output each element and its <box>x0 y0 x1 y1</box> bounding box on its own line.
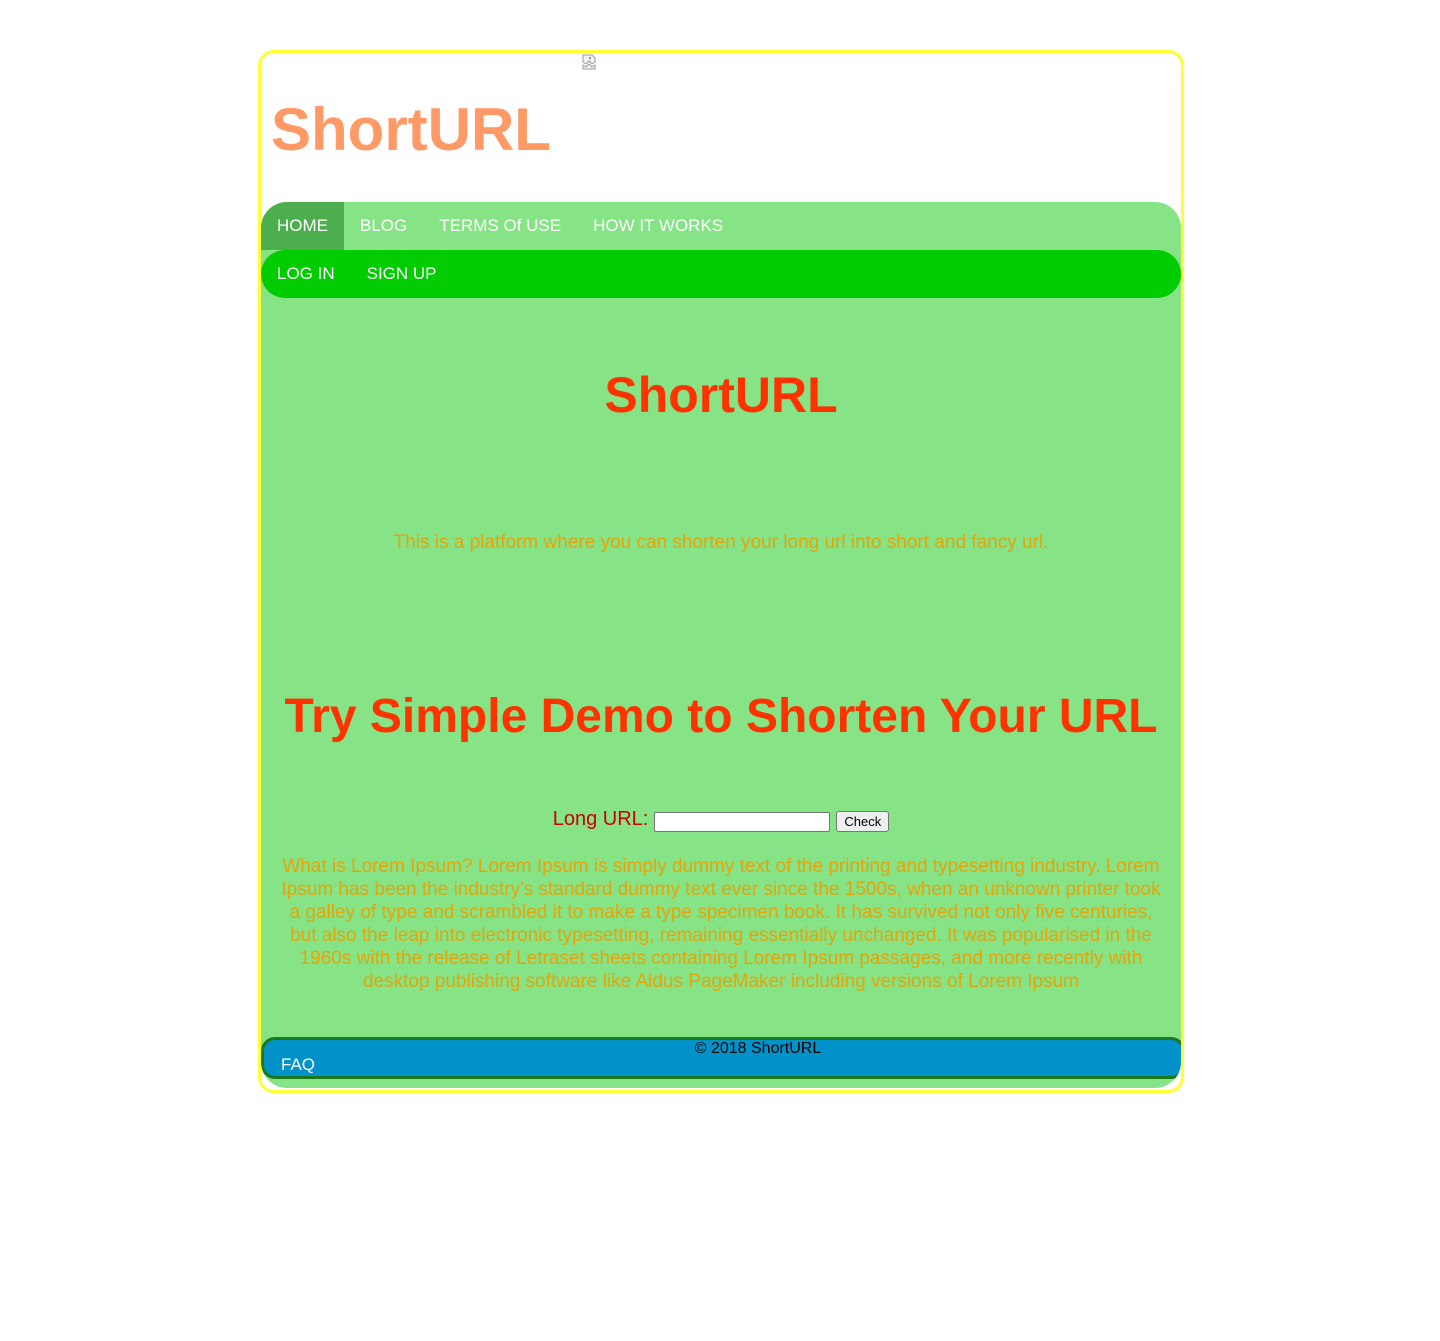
nav-log-in[interactable]: LOG IN <box>261 250 351 298</box>
nav-home[interactable]: HOME <box>261 202 344 250</box>
long-url-input[interactable] <box>654 811 831 832</box>
broken-image-icon <box>581 54 597 70</box>
primary-nav: HOME BLOG TERMS Of USE HOW IT WORKS <box>261 202 1181 250</box>
copyright-text: © 2018 ShortURL <box>694 1040 822 1057</box>
nav-sign-up[interactable]: SIGN UP <box>351 250 453 298</box>
shorten-form: Long URL: Check <box>261 808 1181 832</box>
main-panel: HOME BLOG TERMS Of USE HOW IT WORKS LOG … <box>261 202 1181 1088</box>
nav-terms-of-use[interactable]: TERMS Of USE <box>423 202 577 250</box>
long-url-label: Long URL: <box>552 808 649 830</box>
site-title: ShortURL <box>271 96 551 163</box>
nav-how-it-works[interactable]: HOW IT WORKS <box>577 202 739 250</box>
demo-title: Try Simple Demo to Shorten Your URL <box>284 690 1158 743</box>
nav-blog[interactable]: BLOG <box>344 202 423 250</box>
faq-link[interactable]: FAQ <box>281 1055 315 1075</box>
hero-title: ShortURL <box>604 367 838 423</box>
lorem-text: What is Lorem Ipsum? Lorem Ipsum is simp… <box>281 856 1161 992</box>
account-nav: LOG IN SIGN UP <box>261 250 1181 298</box>
footer: FAQ © 2018 ShortURL <box>261 1037 1181 1079</box>
tagline: This is a platform where you can shorten… <box>393 532 1049 553</box>
page-frame: ShortURL HOME BLOG TERMS Of USE HOW IT W… <box>258 50 1184 1093</box>
check-button[interactable]: Check <box>836 811 890 832</box>
